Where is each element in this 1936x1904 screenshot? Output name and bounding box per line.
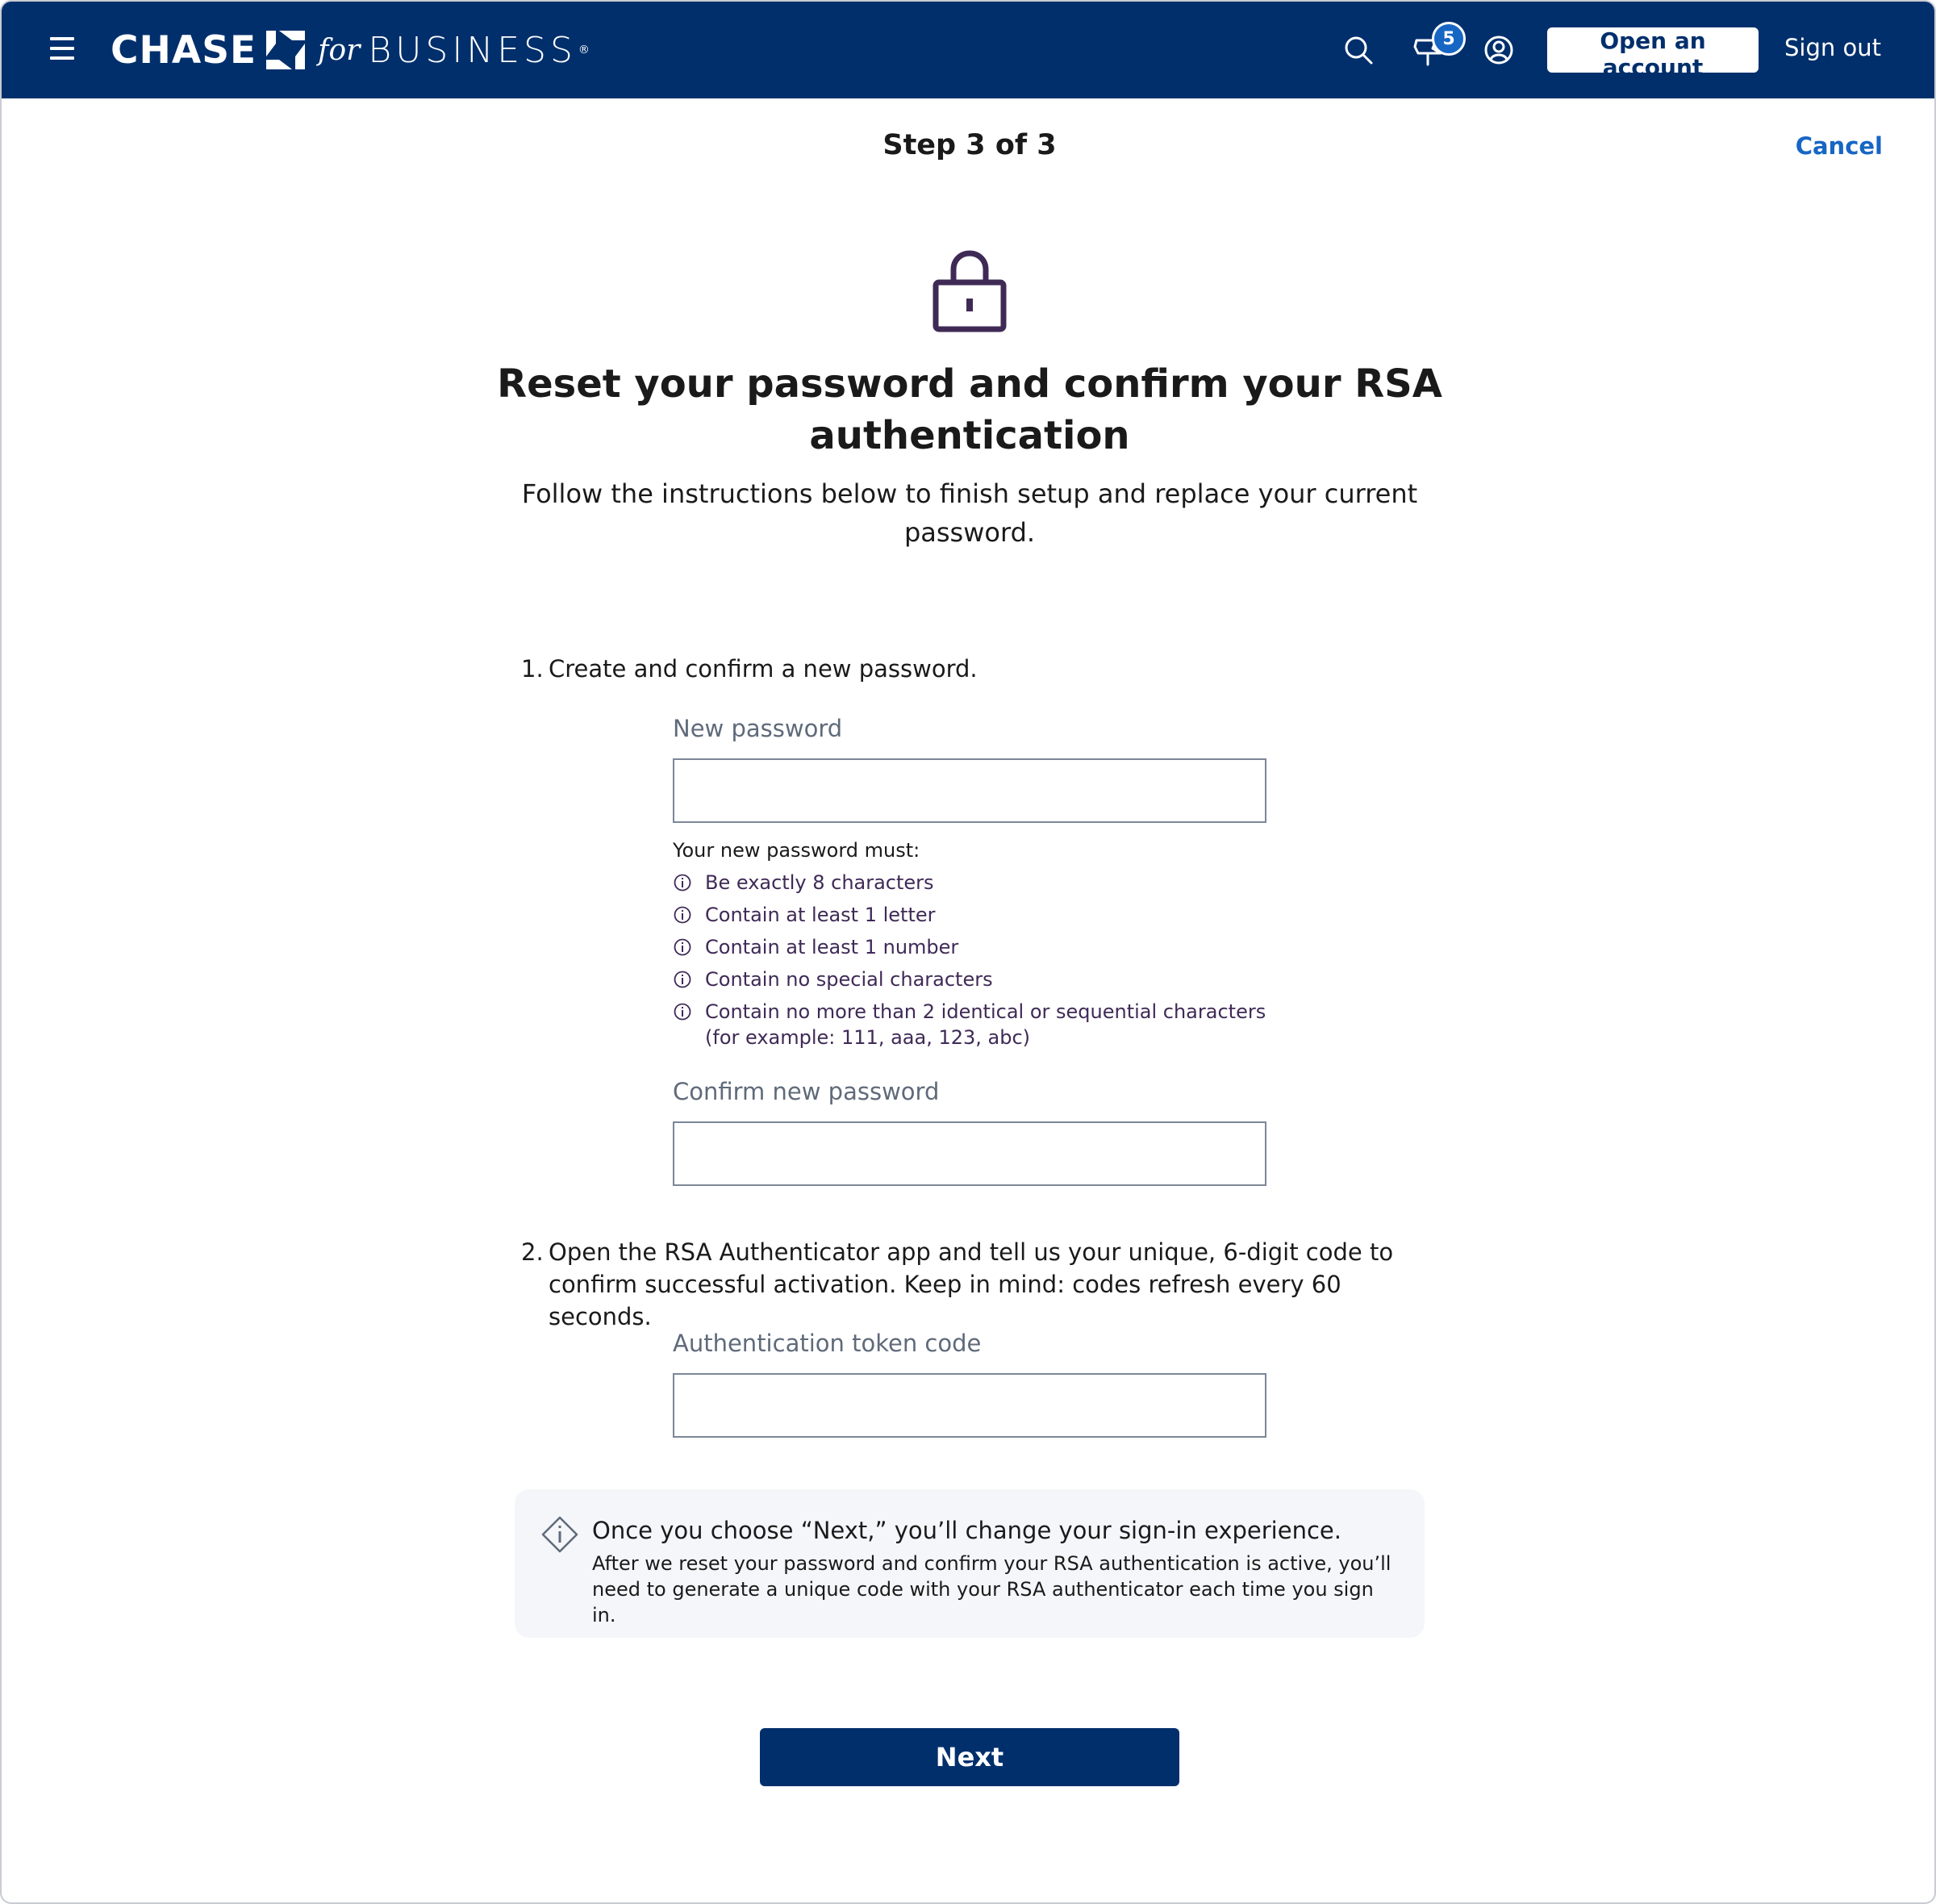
page-frame: CHASE for BUSINESS ® 5 Open an account S… <box>0 0 1936 1904</box>
info-icon <box>674 906 691 924</box>
password-rule-text: Contain at least 1 letter <box>705 904 936 926</box>
page-title: Reset your password and confirm your RSA… <box>497 361 1442 458</box>
password-rule: Contain no more than 2 identical or sequ… <box>673 999 1286 1050</box>
token-code-label: Authentication token code <box>673 1330 982 1357</box>
step-1-number: 1. <box>521 655 544 683</box>
password-rule-text: Contain at least 1 number <box>705 936 959 958</box>
instruction-step-1: 1. Create and confirm a new password. <box>521 655 978 683</box>
step-2-number: 2. <box>521 1238 544 1266</box>
search-icon[interactable] <box>1341 32 1376 68</box>
step-1-text: Create and confirm a new password. <box>549 655 978 683</box>
info-icon <box>674 938 691 956</box>
profile-icon[interactable] <box>1481 32 1517 68</box>
password-rules-list: Be exactly 8 characters Contain at least… <box>673 870 1286 1057</box>
info-icon <box>674 874 691 891</box>
new-password-input[interactable] <box>673 758 1266 823</box>
sign-in-change-notice: Once you choose “Next,” you’ll change yo… <box>515 1489 1425 1638</box>
info-icon <box>674 1003 691 1021</box>
notice-title: Once you choose “Next,” you’ll change yo… <box>592 1517 1341 1544</box>
new-password-label: New password <box>673 715 843 742</box>
password-rules-heading: Your new password must: <box>673 839 920 862</box>
step-2-text: Open the RSA Authenticator app and tell … <box>549 1238 1394 1330</box>
page-subtitle: Follow the instructions below to finish … <box>521 478 1418 548</box>
password-rule: Contain at least 1 number <box>673 934 1286 960</box>
confirm-password-input[interactable] <box>673 1121 1266 1186</box>
password-rule: Contain at least 1 letter <box>673 902 1286 928</box>
step-indicator: Step 3 of 3 <box>882 129 1057 161</box>
password-rule-text: Be exactly 8 characters <box>705 871 934 894</box>
chase-octagon-icon <box>266 31 306 69</box>
sign-out-link[interactable]: Sign out <box>1784 34 1881 61</box>
instruction-step-2: 2. Open the RSA Authenticator app and te… <box>521 1236 1408 1333</box>
password-rule: Be exactly 8 characters <box>673 870 1286 896</box>
logo-for-text: for <box>318 33 361 67</box>
top-header: CHASE for BUSINESS ® 5 Open an account S… <box>2 2 1934 98</box>
logo-business-text: BUSINESS <box>368 29 577 71</box>
confirm-password-label: Confirm new password <box>673 1078 940 1105</box>
info-diamond-icon <box>541 1516 578 1553</box>
cancel-link[interactable]: Cancel <box>1796 132 1883 160</box>
password-rule: Contain no special characters <box>673 967 1286 992</box>
lock-icon <box>933 250 1007 332</box>
password-rule-text: Contain no more than 2 identical or sequ… <box>705 1000 1266 1049</box>
notification-count-badge[interactable]: 5 <box>1432 22 1466 56</box>
notice-body: After we reset your password and confirm… <box>592 1552 1392 1626</box>
chase-for-business-logo[interactable]: CHASE for BUSINESS ® <box>111 24 590 76</box>
logo-chase-text: CHASE <box>111 27 257 73</box>
menu-icon[interactable] <box>50 37 76 61</box>
token-code-input[interactable] <box>673 1373 1266 1438</box>
open-account-button[interactable]: Open an account <box>1547 27 1759 81</box>
password-rule-text: Contain no special characters <box>705 968 993 991</box>
next-button[interactable]: Next <box>760 1728 1179 1786</box>
logo-registered-mark: ® <box>578 44 590 56</box>
info-icon <box>674 971 691 988</box>
